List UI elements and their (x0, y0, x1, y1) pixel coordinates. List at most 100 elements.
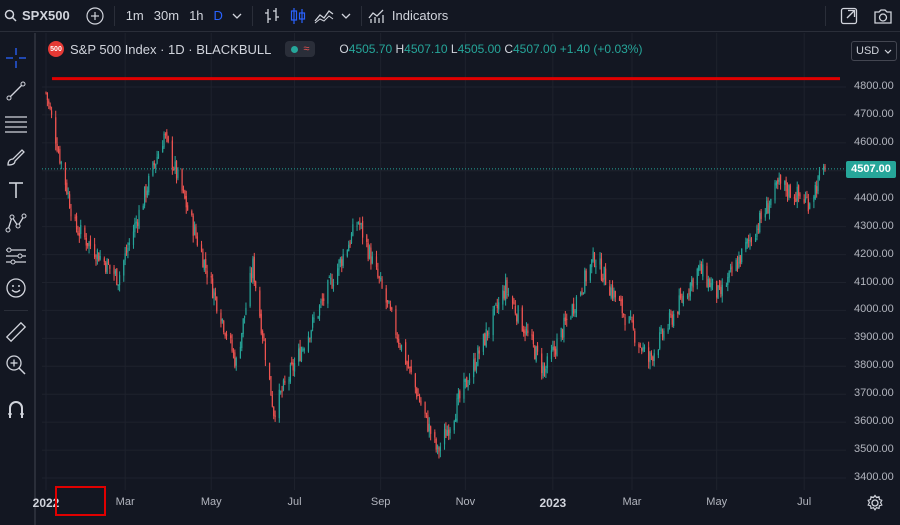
candle-body (309, 338, 311, 340)
candle-body (545, 368, 547, 373)
candle-body (69, 194, 71, 209)
bar-type-button[interactable] (259, 0, 285, 32)
candle-body (64, 162, 67, 185)
time-tick-label: Jul (287, 496, 302, 508)
candle-body (798, 185, 800, 196)
candle-body (803, 199, 805, 203)
candles-icon (290, 7, 306, 24)
price-chart[interactable] (42, 33, 846, 490)
candle-body (809, 203, 811, 209)
add-symbol-button[interactable] (82, 0, 108, 32)
candle-body (711, 278, 714, 286)
currency-selector[interactable]: USD (851, 41, 897, 61)
divider (251, 5, 253, 26)
fullscreen-icon (840, 7, 858, 25)
interval-1m[interactable]: 1m (121, 8, 149, 23)
market-status-pill[interactable]: ≈ (285, 41, 316, 57)
candle-body (416, 388, 418, 398)
candle-body (660, 328, 662, 332)
crosshair-tool[interactable] (4, 46, 28, 70)
text-tool[interactable] (4, 178, 28, 202)
candle-body (60, 161, 62, 164)
chart-settings-button[interactable] (866, 494, 884, 517)
candle-body (356, 225, 358, 227)
candle-body (629, 316, 632, 318)
candles-button[interactable] (285, 0, 311, 32)
time-tick-label: Jul (797, 496, 812, 508)
ruler-tool[interactable] (4, 320, 28, 344)
candle-body (793, 196, 796, 199)
candle-body (395, 309, 397, 335)
candle-body (182, 189, 185, 191)
candle-body (109, 264, 111, 269)
candle-body (823, 166, 825, 171)
candle-body (245, 307, 247, 315)
candle-body (653, 353, 655, 361)
candle-body (641, 348, 643, 351)
brush-tool[interactable] (4, 145, 28, 169)
time-axis[interactable]: 2022 Mar May Jul Sep Nov 2023 Mar May Jul (33, 490, 846, 525)
candle-body (543, 367, 546, 371)
time-tick-label: Mar (622, 496, 642, 508)
candle-body (659, 332, 661, 349)
magnet-tool[interactable] (4, 397, 28, 421)
text-icon (9, 182, 23, 198)
candle-body (177, 169, 179, 178)
candle-body (632, 320, 634, 329)
trend-line-tool[interactable] (4, 79, 28, 103)
chart-type-dropdown[interactable] (337, 0, 355, 32)
candle-body (729, 267, 732, 269)
candle-body (652, 356, 654, 362)
candle-body (57, 150, 60, 152)
candle-body (162, 146, 164, 153)
candle-body (385, 288, 387, 303)
candle-body (663, 330, 665, 339)
fib-icon (5, 116, 27, 133)
fib-tool[interactable] (4, 112, 28, 136)
candle-body (292, 362, 294, 371)
candle-body (574, 311, 576, 313)
brush-icon (7, 149, 25, 166)
emoji-tool[interactable] (4, 276, 28, 300)
symbol-search[interactable]: SPX500 (0, 0, 70, 32)
candle-body (195, 227, 197, 237)
candle-body (593, 253, 596, 267)
candle-body (242, 318, 244, 334)
interval-dropdown[interactable] (228, 0, 246, 32)
candle-body (463, 379, 465, 399)
candle-body (425, 412, 428, 414)
candle-body (96, 250, 98, 259)
zoom-tool[interactable] (4, 353, 28, 377)
interval-1h[interactable]: 1h (184, 8, 208, 23)
candle-body (643, 346, 646, 349)
price-tick-label: 4700.00 (854, 107, 894, 120)
fullscreen-button[interactable] (832, 0, 866, 32)
candle-body (98, 252, 100, 262)
indicators-button[interactable]: Indicators (368, 0, 448, 32)
candle-body (223, 320, 225, 333)
candle-body (106, 259, 108, 274)
candle-body (555, 348, 557, 355)
candle-body (786, 188, 789, 197)
candle-body (764, 213, 766, 218)
candle-body (116, 268, 118, 285)
candle-body (720, 287, 722, 294)
candle-body (281, 389, 283, 393)
candle-body (670, 313, 672, 315)
snapshot-button[interactable] (866, 0, 900, 32)
candle-body (271, 395, 273, 407)
candle-body (99, 255, 101, 260)
candle-body (317, 316, 319, 319)
candle-body (48, 100, 50, 104)
interval-30m[interactable]: 30m (149, 8, 184, 23)
area-chart-button[interactable] (311, 0, 337, 32)
grid (42, 33, 846, 490)
interval-d[interactable]: D (209, 8, 228, 23)
candle-body (200, 244, 203, 252)
candle-body (388, 301, 390, 304)
pattern-tool[interactable] (4, 211, 28, 235)
candle-body (78, 233, 80, 237)
candle-body (746, 238, 748, 244)
forecast-tool[interactable] (4, 244, 28, 268)
candle-body (459, 391, 461, 399)
